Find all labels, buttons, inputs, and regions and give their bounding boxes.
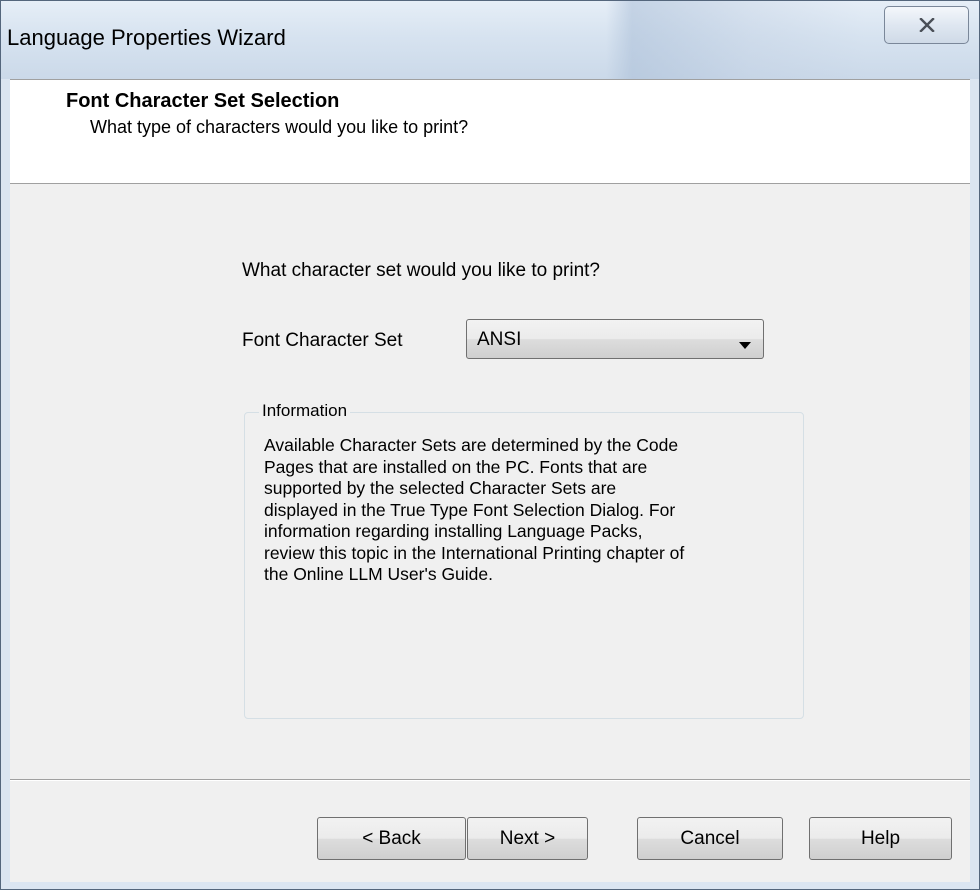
close-icon [918,18,935,32]
information-legend: Information [259,401,351,421]
information-text: Available Character Sets are determined … [264,435,685,584]
footer-divider [10,779,970,781]
wizard-client-area: Font Character Set Selection What type o… [10,79,970,882]
information-groupbox: Information Available Character Sets are… [244,401,804,719]
help-button[interactable]: Help [809,817,952,860]
back-button[interactable]: < Back [317,817,466,860]
close-button[interactable] [884,6,969,44]
charset-question: What character set would you like to pri… [242,260,601,281]
page-subtitle: What type of characters would you like t… [90,117,469,137]
dropdown-arrow-icon [739,336,751,354]
font-charset-value: ANSI [477,329,522,350]
page-title: Font Character Set Selection [66,90,340,112]
cancel-button[interactable]: Cancel [637,817,783,860]
font-charset-label: Font Character Set [242,330,403,351]
title-bar[interactable]: Language Properties Wizard [1,1,979,79]
next-button[interactable]: Next > [467,817,588,860]
wizard-window: Language Properties Wizard Font Characte… [0,0,980,890]
wizard-header: Font Character Set Selection What type o… [10,80,970,184]
window-title: Language Properties Wizard [7,25,286,50]
font-charset-dropdown[interactable]: ANSI [466,319,764,359]
